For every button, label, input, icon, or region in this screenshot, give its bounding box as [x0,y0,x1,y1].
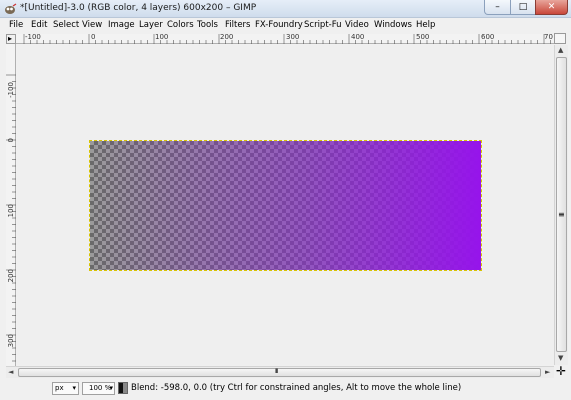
zoom-image-toggle[interactable] [554,33,566,44]
navigate-icon: ✛ [555,364,567,378]
ruler-label: 70 [544,33,553,41]
chevron-down-icon: ▾ [109,384,113,392]
zoom-dropdown[interactable]: 100 % ▾ [82,382,115,395]
menu-help[interactable]: Help [416,20,435,30]
chevron-down-icon: ▾ [72,384,76,392]
menu-filters[interactable]: Filters [225,20,250,30]
ruler-label: 200 [220,33,234,41]
ruler-label: 200 [7,269,15,283]
horizontal-scroll-thumb[interactable]: III [18,368,541,377]
menu-video[interactable]: Video [345,20,369,30]
menu-fx-foundry[interactable]: FX-Foundry [255,20,303,30]
navigate-button[interactable]: ✛ [554,364,568,378]
units-dropdown[interactable]: px ▾ [52,382,79,395]
menu-bar: File Edit Select View Image Layer Colors… [0,18,571,32]
horizontal-ruler-ticks [23,34,551,44]
gradient-image-layer[interactable] [89,140,482,271]
tool-status-icon [118,382,128,394]
title-bar: *[Untitled]-3.0 (RGB color, 4 layers) 60… [0,0,571,18]
ruler-label: 0 [7,138,15,143]
vertical-ruler[interactable]: -100 0 100 200 300 [6,44,16,366]
units-value: px [55,384,64,392]
menu-view[interactable]: View [82,20,102,30]
menu-file[interactable]: File [9,20,23,30]
scroll-up-icon[interactable]: ▲ [558,46,563,54]
gimp-app-icon [5,3,17,14]
vertical-scrollbar[interactable]: ▲ ≡ ▼ [554,45,568,365]
image-canvas[interactable] [17,45,554,365]
minimize-icon: – [495,2,500,12]
close-icon: ✕ [547,2,556,12]
ruler-label: 300 [7,334,15,348]
zoom-value: 100 % [89,384,112,392]
ruler-label: 300 [286,33,300,41]
ruler-label: 600 [481,33,495,41]
ruler-label: 100 [155,33,169,41]
quick-mask-toggle[interactable]: ▸ [6,34,16,44]
menu-script-fu[interactable]: Script-Fu [304,20,342,30]
arrow-right-icon: ▸ [8,34,13,43]
grip-icon: III [275,368,278,375]
ruler-label: 500 [416,33,430,41]
ruler-label: -100 [25,33,41,41]
vertical-scroll-thumb[interactable]: ≡ [556,57,567,352]
ruler-label: 100 [7,204,15,218]
menu-windows[interactable]: Windows [374,20,412,30]
status-bar: px ▾ 100 % ▾ Blend: -598.0, 0.0 (try Ctr… [0,379,571,400]
menu-edit[interactable]: Edit [31,20,47,30]
maximize-icon: □ [518,2,528,12]
scroll-left-icon[interactable]: ◄ [8,368,13,376]
menu-tools[interactable]: Tools [197,20,218,30]
close-button[interactable]: ✕ [535,0,568,15]
scroll-down-icon[interactable]: ▼ [558,354,563,362]
scroll-right-icon[interactable]: ► [545,368,550,376]
menu-image[interactable]: Image [108,20,135,30]
grip-icon: ≡ [558,210,565,219]
menu-colors[interactable]: Colors [167,20,194,30]
ruler-label: 400 [351,33,365,41]
menu-layer[interactable]: Layer [139,20,163,30]
menu-select[interactable]: Select [53,20,79,30]
horizontal-ruler[interactable]: -100 0 100 200 300 400 500 600 70 [16,33,554,44]
minimize-button[interactable]: – [484,0,511,15]
status-message: Blend: -598.0, 0.0 (try Ctrl for constra… [131,383,462,393]
horizontal-scrollbar[interactable]: ◄ III ► [6,366,554,378]
maximize-button[interactable]: □ [510,0,536,15]
ruler-label: 0 [91,33,96,41]
window-title: *[Untitled]-3.0 (RGB color, 4 layers) 60… [20,3,257,13]
ruler-label: -100 [7,82,15,98]
